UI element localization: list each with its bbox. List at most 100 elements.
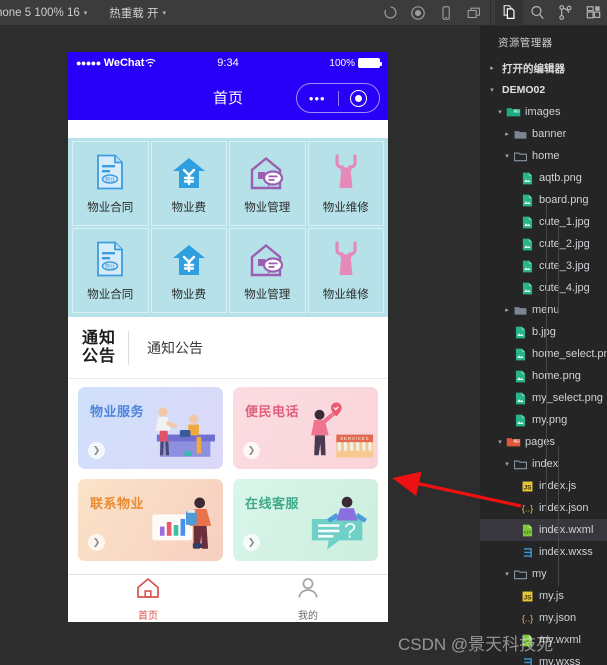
tree-item-index.json[interactable]: {..} index.json bbox=[480, 497, 607, 519]
device-selector[interactable]: hone 5 100% 16 ▾ bbox=[0, 7, 87, 19]
svg-text:</>: </> bbox=[524, 530, 532, 536]
more-menu-icon[interactable]: ••• bbox=[297, 92, 338, 105]
tree-item-home.png[interactable]: home.png bbox=[480, 365, 607, 387]
svg-text:JS: JS bbox=[524, 594, 533, 601]
detach-window-icon[interactable] bbox=[460, 0, 488, 26]
tree-item-home[interactable]: ▾ home bbox=[480, 145, 607, 167]
tree-item-my.wxml[interactable]: </> my.wxml bbox=[480, 629, 607, 651]
chevron-right-icon[interactable]: ❯ bbox=[243, 442, 260, 459]
hot-reload-selector[interactable]: 热重载 开 ▾ bbox=[109, 5, 166, 21]
tree-item-index.wxss[interactable]: ヨ index.wxss bbox=[480, 541, 607, 563]
json-file-icon: {..} bbox=[520, 502, 535, 514]
folder-open-icon bbox=[513, 459, 528, 470]
folder-icon bbox=[513, 305, 528, 316]
tab-profile[interactable]: 我的 bbox=[228, 575, 388, 622]
search-icon[interactable] bbox=[523, 0, 551, 26]
chevron-right-icon[interactable]: ❯ bbox=[88, 534, 105, 551]
tree-item-cute_1.jpg[interactable]: cute_1.jpg bbox=[480, 211, 607, 233]
svg-text:JS: JS bbox=[524, 484, 533, 491]
tree-item-label: cute_2.jpg bbox=[539, 238, 590, 250]
chart-person-illustration bbox=[137, 483, 221, 561]
support-chat-illustration: ? bbox=[292, 483, 376, 561]
grid-cell[interactable]: 物业费 bbox=[150, 228, 227, 313]
tree-item-label: my.js bbox=[539, 590, 564, 602]
tree-item-my.png[interactable]: my.png bbox=[480, 409, 607, 431]
grid-cell-label: 物业费 bbox=[171, 289, 207, 301]
source-control-icon[interactable] bbox=[551, 0, 579, 26]
tree-item-cute_2.jpg[interactable]: cute_2.jpg bbox=[480, 233, 607, 255]
grid-cell[interactable]: 物业维修 bbox=[307, 141, 384, 226]
grid-cell-label: 物业管理 bbox=[244, 202, 291, 214]
tree-item-my.json[interactable]: {..} my.json bbox=[480, 607, 607, 629]
tab-home[interactable]: 首页 bbox=[68, 575, 228, 622]
tree-item-images[interactable]: ▾ images bbox=[480, 101, 607, 123]
feature-card[interactable]: 便民电话 ❯ SERVICES bbox=[233, 387, 378, 469]
tree-item-pages[interactable]: ▾ pages bbox=[480, 431, 607, 453]
tree-item-index.wxml[interactable]: </> index.wxml bbox=[480, 519, 607, 541]
tree-item-label: index.wxml bbox=[539, 524, 594, 536]
notice-bar[interactable]: 通知 公告 通知公告 bbox=[68, 317, 388, 379]
image-file-icon bbox=[520, 238, 535, 251]
svg-text:ヨ: ヨ bbox=[522, 547, 533, 558]
phone-status-bar: ●●●●● WeChat 9:34 100% bbox=[68, 52, 388, 74]
feature-card[interactable]: 在线客服 ❯? bbox=[233, 479, 378, 561]
explorer-section-workspace[interactable]: ▾ DEMO02 bbox=[480, 79, 607, 101]
chevron-down-icon: ▾ bbox=[490, 86, 494, 94]
tree-item-my.js[interactable]: JS my.js bbox=[480, 585, 607, 607]
grid-cell[interactable]: 物业维修 bbox=[307, 228, 384, 313]
feature-card[interactable]: 物业服务 ❯ bbox=[78, 387, 223, 469]
ide-toolbar: hone 5 100% 16 ▾ 热重载 开 ▾ bbox=[0, 0, 607, 26]
grid-cell[interactable]: 物业 物业合同 bbox=[72, 228, 149, 313]
grid-cell[interactable]: 物业管理 bbox=[229, 141, 306, 226]
tree-item-banner[interactable]: ▸ banner bbox=[480, 123, 607, 145]
tree-item-b.jpg[interactable]: b.jpg bbox=[480, 321, 607, 343]
grid-cell-label: 物业合同 bbox=[87, 202, 134, 214]
tree-item-cute_3.jpg[interactable]: cute_3.jpg bbox=[480, 255, 607, 277]
notice-tag-line2: 公告 bbox=[82, 347, 117, 365]
clock-label: 9:34 bbox=[217, 57, 239, 69]
explorer-section-open-editors[interactable]: ▸ 打开的编辑器 bbox=[480, 57, 607, 79]
file-tree: ▾ images ▸ banner ▾ home aqtb.png board.png cute… bbox=[480, 101, 607, 665]
notice-tag: 通知 公告 bbox=[82, 330, 128, 366]
tree-item-my.wxss[interactable]: ヨ my.wxss bbox=[480, 651, 607, 665]
tree-item-menu[interactable]: ▸ menu bbox=[480, 299, 607, 321]
fee-house-icon bbox=[171, 239, 207, 277]
feature-card[interactable]: 联系物业 ❯ bbox=[78, 479, 223, 561]
tree-item-aqtb.png[interactable]: aqtb.png bbox=[480, 167, 607, 189]
wxml-file-icon: </> bbox=[520, 634, 535, 647]
tree-item-index.js[interactable]: JSindex.js bbox=[480, 475, 607, 497]
image-file-icon bbox=[513, 348, 528, 361]
tree-item-home_select.png[interactable]: home_select.png bbox=[480, 343, 607, 365]
close-target-icon[interactable] bbox=[339, 89, 380, 107]
notice-tag-line1: 通知 bbox=[82, 329, 117, 347]
extensions-icon[interactable] bbox=[579, 0, 607, 26]
grid-cell[interactable]: 物业费 bbox=[150, 141, 227, 226]
refresh-icon[interactable] bbox=[376, 0, 404, 26]
tree-item-cute_4.jpg[interactable]: cute_4.jpg bbox=[480, 277, 607, 299]
tree-item-label: index.wxss bbox=[539, 546, 593, 558]
indent-guide bbox=[546, 202, 547, 512]
contract-icon: 物业 bbox=[95, 152, 125, 190]
grid-cell[interactable]: 物业 物业合同 bbox=[72, 141, 149, 226]
chevron-right-icon[interactable]: ❯ bbox=[243, 534, 260, 551]
tree-item-my_select.png[interactable]: my_select.png bbox=[480, 387, 607, 409]
tree-item-my[interactable]: ▾ my bbox=[480, 563, 607, 585]
wxss-file-icon: ヨ bbox=[520, 546, 535, 558]
grid-cell-label: 物业维修 bbox=[322, 289, 369, 301]
tree-item-index[interactable]: ▾ index bbox=[480, 453, 607, 475]
wechat-capsule[interactable]: ••• bbox=[296, 83, 380, 113]
simulator-phone-screen: ●●●●● WeChat 9:34 100% 首页 ••• 物业 物业合同 物业费物… bbox=[68, 52, 388, 622]
tree-item-board.png[interactable]: board.png bbox=[480, 189, 607, 211]
content-top-gap bbox=[68, 120, 388, 138]
wrench-icon bbox=[331, 152, 361, 190]
services-store-illustration: SERVICES bbox=[292, 391, 376, 469]
chevron-down-icon: ▾ bbox=[498, 438, 502, 446]
device-preview-icon[interactable] bbox=[432, 0, 460, 26]
stop-record-icon[interactable] bbox=[404, 0, 432, 26]
chevron-right-icon[interactable]: ❯ bbox=[88, 442, 105, 459]
chevron-right-icon: ▸ bbox=[505, 306, 509, 314]
svg-text:ヨ: ヨ bbox=[522, 657, 533, 665]
image-file-icon bbox=[520, 260, 535, 273]
explorer-icon[interactable] bbox=[495, 0, 523, 26]
grid-cell[interactable]: 物业管理 bbox=[229, 228, 306, 313]
